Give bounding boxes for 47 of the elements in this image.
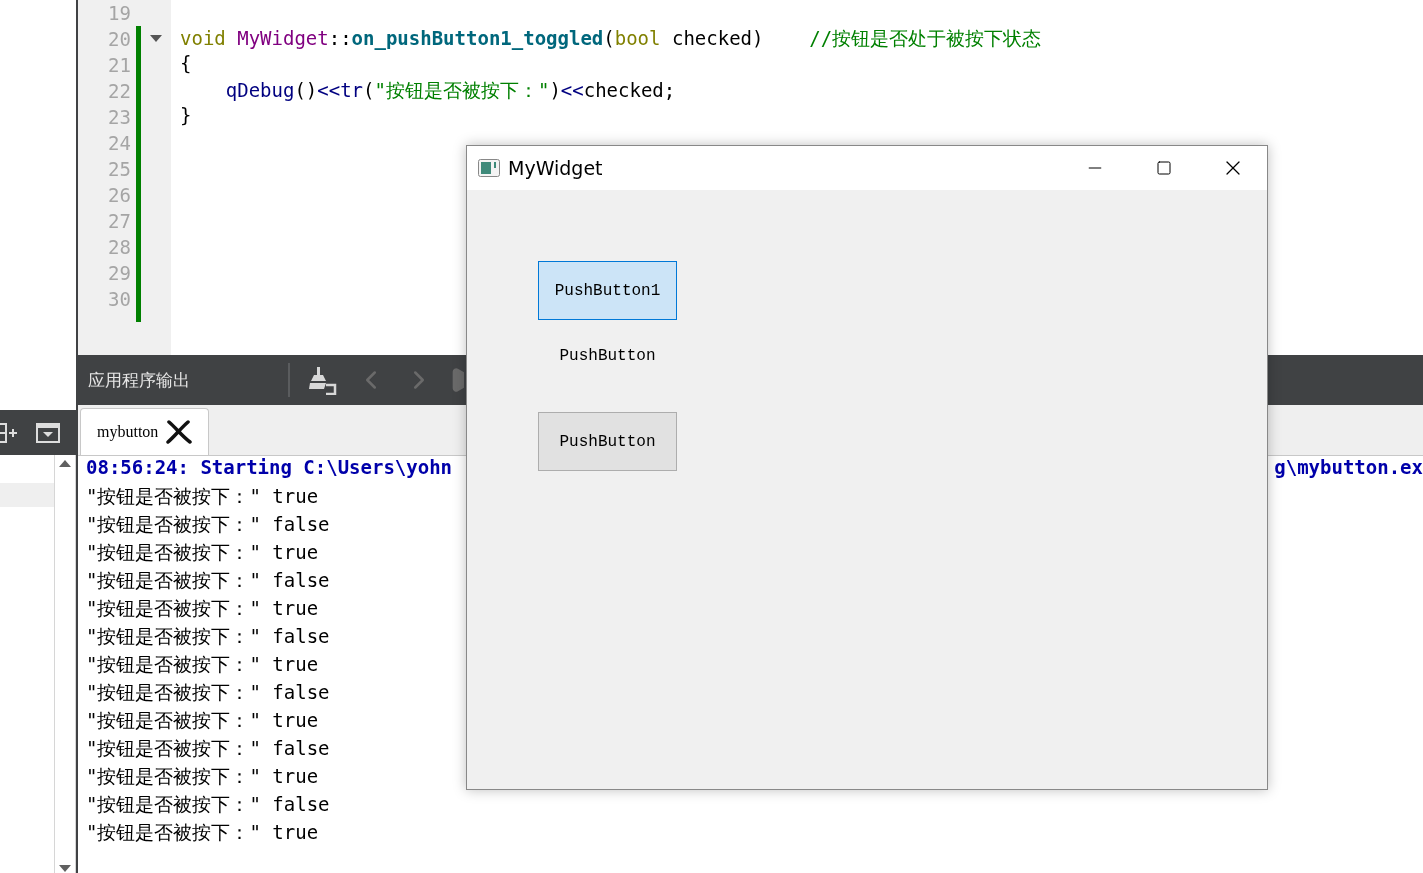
output-line: "按钮是否被按下：" false xyxy=(86,680,331,705)
window-title: MyWidget xyxy=(508,157,604,179)
dropdown-icon[interactable] xyxy=(36,422,60,443)
code-line: } xyxy=(180,104,193,128)
line-number: 26 xyxy=(107,183,131,208)
output-line: "按钮是否被按下：" true xyxy=(86,820,320,845)
line-number: 21 xyxy=(107,53,131,78)
code-line: { xyxy=(180,52,193,76)
line-number: 25 xyxy=(107,157,131,182)
code-line: qDebug()<<tr("按钮是否被按下：")<<checked; xyxy=(224,78,677,103)
scroll-up-icon[interactable] xyxy=(59,459,71,467)
scroll-down-icon[interactable] xyxy=(59,865,71,873)
output-line: "按钮是否被按下：" false xyxy=(86,792,331,817)
line-number: 23 xyxy=(107,105,131,130)
line-number: 19 xyxy=(107,1,131,26)
close-icon[interactable] xyxy=(166,420,193,444)
scrollbar[interactable] xyxy=(54,455,76,873)
maximize-icon[interactable] xyxy=(1155,160,1172,176)
output-line: "按钮是否被按下：" false xyxy=(86,624,331,649)
line-number: 20 xyxy=(107,27,131,52)
line-number: 22 xyxy=(107,79,131,104)
output-line: "按钮是否被按下：" false xyxy=(86,512,331,537)
output-line: "按钮是否被按下：" true xyxy=(86,764,320,789)
output-tab[interactable]: mybutton xyxy=(80,408,210,455)
line-number: 27 xyxy=(107,209,131,234)
output-line: g\mybutton.ex xyxy=(1274,456,1423,480)
output-line: "按钮是否被按下：" true xyxy=(86,652,320,677)
line-number: 30 xyxy=(107,287,131,312)
output-line: 08:56:24: Starting C:\Users\yohn xyxy=(86,456,453,480)
text-label: PushButton xyxy=(558,346,657,367)
code-line: void MyWidget::on_pushButton1_toggled(bool checked) //按钮是否处于被按下状态 xyxy=(180,26,1043,52)
output-line: "按钮是否被按下：" false xyxy=(86,736,331,761)
output-line: "按钮是否被按下：" true xyxy=(86,596,320,621)
output-line: "按钮是否被按下：" true xyxy=(86,484,320,509)
line-number: 28 xyxy=(107,235,131,260)
line-number: 29 xyxy=(107,261,131,286)
push-button[interactable]: PushButton xyxy=(538,412,677,471)
app-icon xyxy=(478,159,500,177)
fold-arrow-icon[interactable] xyxy=(150,35,162,43)
output-line: "按钮是否被按下：" true xyxy=(86,708,320,733)
pane-title: 应用程序输出 xyxy=(87,368,191,392)
output-line: "按钮是否被按下：" true xyxy=(86,540,320,565)
line-number: 24 xyxy=(107,131,131,156)
clear-icon[interactable] xyxy=(308,365,338,395)
output-line: "按钮是否被按下：" false xyxy=(86,568,331,593)
split-add-icon[interactable] xyxy=(0,421,18,444)
push-button[interactable]: PushButton1 xyxy=(538,261,677,320)
